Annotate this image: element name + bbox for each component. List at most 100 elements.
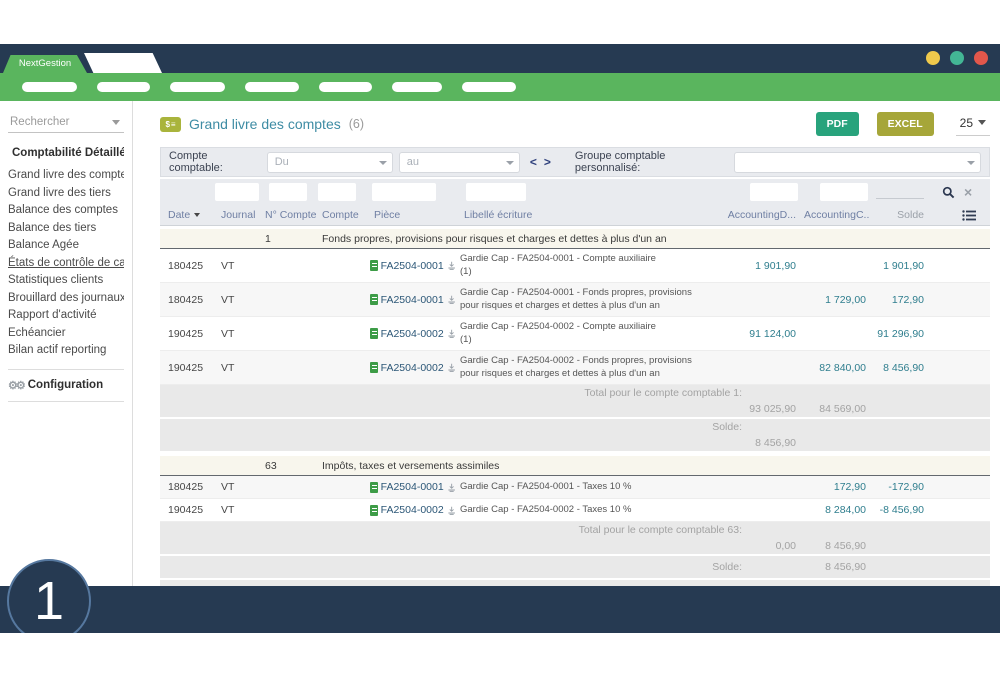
sidebar-item-grand-livre-des-tiers[interactable]: Grand livre des tiers [8, 185, 124, 203]
nav-pill[interactable] [22, 82, 77, 92]
sidebar-item-balance-agee[interactable]: Balance Agée [8, 237, 124, 255]
filter-input-accountingc[interactable] [820, 183, 868, 201]
sidebar-config-label: Configuration [28, 379, 103, 391]
maximize-dot-icon[interactable] [950, 51, 964, 65]
sidebar-section-comptabilite[interactable]: Comptabilité Détaillé... [8, 147, 124, 159]
brand-tab[interactable]: NextGestion [3, 55, 87, 73]
filter-input-libelle[interactable] [466, 183, 526, 201]
filter-input-accountingd[interactable] [750, 183, 798, 201]
credit-cell [800, 264, 870, 268]
col-header-compte[interactable]: Compte [318, 207, 366, 223]
clear-filters-icon[interactable]: × [964, 187, 972, 197]
sidebar-search-select[interactable]: Rechercher [8, 112, 124, 133]
page-number-circle[interactable]: 1 [7, 559, 91, 643]
debit-cell [700, 485, 800, 489]
sort-desc-icon [194, 213, 200, 217]
sidebar-item-bilan-actif-reporting[interactable]: Bilan actif reporting [8, 342, 124, 360]
sidebar-item-etats-de-controle-de-caisse[interactable]: États de contrôle de caisse [8, 255, 124, 273]
search-icon[interactable] [942, 186, 955, 199]
ledger-row: 180425VTFA2504-0001Gardie Cap - FA2504-0… [160, 476, 990, 499]
group-number: 1 [261, 231, 318, 247]
nav-pill[interactable] [245, 82, 299, 92]
piece-cell: FA2504-0001 [366, 292, 460, 308]
group-solde-value: 8 456,90 [800, 559, 870, 575]
page-size-select[interactable]: 25 [956, 113, 990, 136]
sidebar-item-statistiques-clients[interactable]: Statistiques clients [8, 272, 124, 290]
groupe-comptable-select[interactable] [734, 152, 981, 173]
sidebar-item-balance-des-comptes[interactable]: Balance des comptes [8, 202, 124, 220]
sidebar-item-balance-des-tiers[interactable]: Balance des tiers [8, 220, 124, 238]
download-icon[interactable] [447, 294, 456, 305]
window-controls [926, 51, 988, 65]
nav-pill[interactable] [97, 82, 150, 92]
solde-cell: 172,90 [870, 292, 928, 308]
filter-input-piece[interactable] [372, 183, 436, 201]
ledger-table: × Date Journal N° Compte Compte Pièce Li… [160, 179, 990, 604]
piece-number-link[interactable]: FA2504-0001 [381, 260, 444, 272]
download-icon[interactable] [447, 328, 456, 339]
download-icon[interactable] [447, 482, 456, 493]
column-header-row: Date Journal N° Compte Compte Pièce Libe… [160, 205, 990, 226]
download-icon[interactable] [447, 260, 456, 271]
date-cell: 190425 [160, 360, 213, 376]
nav-pill[interactable] [392, 82, 442, 92]
col-header-solde[interactable]: Solde [870, 207, 928, 223]
filter-input-journal[interactable] [215, 183, 259, 201]
libelle-cell: Gardie Cap - FA2504-0002 - Fonds propres… [460, 351, 700, 384]
piece-number-link[interactable]: FA2504-0001 [381, 294, 444, 306]
piece-number-link[interactable]: FA2504-0002 [381, 328, 444, 340]
col-header-accountingd[interactable]: AccountingD... [700, 207, 800, 223]
ledger-row: 180425VTFA2504-0001Gardie Cap - FA2504-0… [160, 283, 990, 317]
journal-cell: VT [213, 479, 261, 495]
nav-pill[interactable] [319, 82, 372, 92]
sidebar-item-grand-livre-des-comptes[interactable]: Grand livre des comptes [8, 167, 124, 185]
col-header-accountingc[interactable]: AccountingC... [800, 207, 870, 223]
group-label: Impôts, taxes et versements assimiles [318, 458, 700, 474]
piece-number-link[interactable]: FA2504-0002 [381, 362, 444, 374]
filter-input-compte[interactable] [318, 183, 356, 201]
gears-icon: ⚙⚙ [8, 379, 24, 392]
col-header-ncompte[interactable]: N° Compte [261, 207, 318, 223]
excel-button[interactable]: EXCEL [877, 112, 934, 136]
group-solde-label: Solde: [160, 419, 800, 435]
chevron-down-icon [112, 120, 120, 125]
compte-au-select[interactable]: au [399, 152, 520, 173]
next-arrow-icon[interactable]: > [544, 155, 551, 169]
sidebar-nav: Grand livre des comptesGrand livre des t… [8, 167, 124, 360]
date-cell: 180425 [160, 292, 213, 308]
col-header-libelle[interactable]: Libellé écriture [460, 207, 700, 223]
invoice-icon [370, 482, 378, 493]
nav-pill[interactable] [170, 82, 225, 92]
filter-input-solde[interactable] [876, 185, 924, 199]
sidebar-item-echeancier[interactable]: Echéancier [8, 325, 124, 343]
piece-cell: FA2504-0002 [366, 326, 460, 342]
col-header-date[interactable]: Date [160, 207, 213, 223]
column-options-icon[interactable] [962, 210, 976, 221]
compte-du-select[interactable]: Du [267, 152, 393, 173]
download-icon[interactable] [447, 505, 456, 516]
prev-arrow-icon[interactable]: < [530, 155, 537, 169]
col-header-piece[interactable]: Pièce [366, 207, 460, 223]
filter-input-ncompte[interactable] [269, 183, 307, 201]
sidebar-item-rapport-d-activite[interactable]: Rapport d'activité [8, 307, 124, 325]
libelle-cell: Gardie Cap - FA2504-0002 - Compte auxili… [460, 317, 700, 350]
piece-number-link[interactable]: FA2504-0002 [381, 504, 444, 516]
piece-number-link[interactable]: FA2504-0001 [381, 481, 444, 493]
col-header-journal[interactable]: Journal [213, 207, 261, 223]
pdf-button[interactable]: PDF [816, 112, 859, 136]
invoice-icon [370, 294, 378, 305]
solde-cell: -172,90 [870, 479, 928, 495]
debit-cell [700, 298, 800, 302]
sidebar-item-configuration[interactable]: ⚙⚙ Configuration [8, 379, 124, 392]
minimize-dot-icon[interactable] [926, 51, 940, 65]
date-cell: 190425 [160, 326, 213, 342]
journal-cell: VT [213, 258, 261, 274]
nav-pill[interactable] [462, 82, 516, 92]
libelle-cell: Gardie Cap - FA2504-0001 - Compte auxili… [460, 249, 700, 282]
page-title: Grand livre des comptes [189, 116, 341, 132]
download-icon[interactable] [447, 362, 456, 373]
sidebar-divider [8, 369, 124, 370]
group-solde-row: Solde:8 456,90 [160, 419, 990, 453]
close-dot-icon[interactable] [974, 51, 988, 65]
sidebar-item-brouillard-des-journaux[interactable]: Brouillard des journaux [8, 290, 124, 308]
